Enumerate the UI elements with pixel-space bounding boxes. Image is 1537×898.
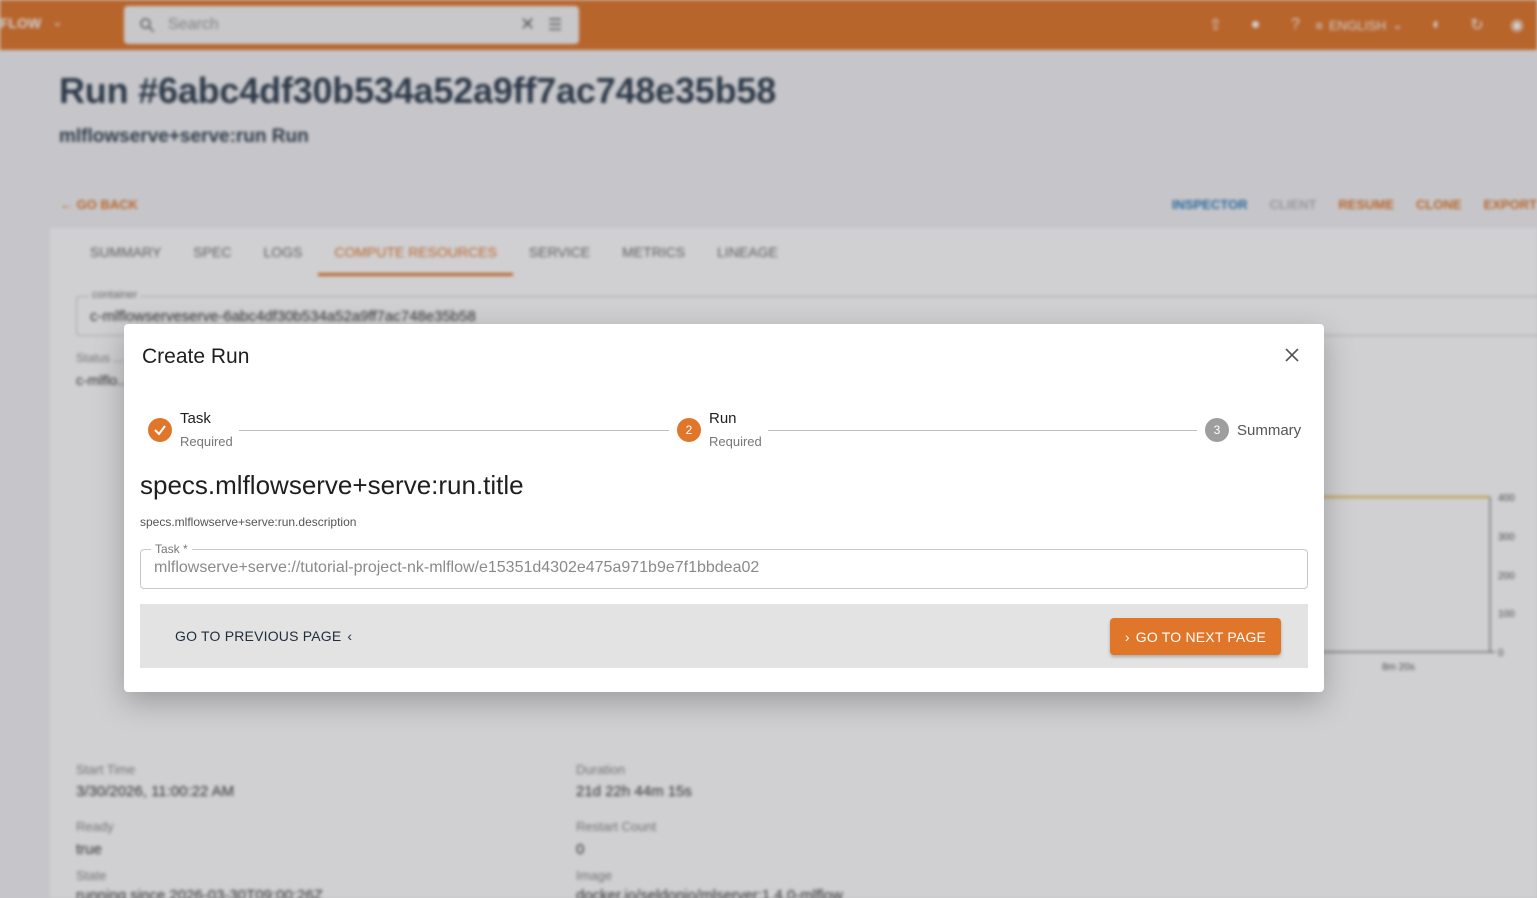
previous-page-button[interactable]: GO TO PREVIOUS PAGE ‹ — [175, 628, 352, 644]
section-title: specs.mlflowserve+serve:run.title — [140, 470, 524, 500]
step-connector — [768, 430, 1197, 431]
create-run-dialog: Create Run Task Required 2 Run Required … — [124, 324, 1324, 692]
check-icon — [148, 418, 172, 442]
chevron-right-icon: › — [1124, 628, 1130, 645]
task-field-label: Task * — [151, 542, 192, 556]
step-summary-label: Summary — [1237, 422, 1302, 439]
step-run-number: 2 — [677, 418, 701, 442]
step-task-label: Task — [180, 410, 211, 427]
next-page-button[interactable]: › GO TO NEXT PAGE — [1110, 618, 1281, 655]
step-task-required: Required — [180, 434, 233, 449]
step-run-required: Required — [709, 434, 762, 449]
dialog-title: Create Run — [142, 345, 250, 368]
step-connector — [239, 430, 669, 431]
close-icon[interactable] — [1282, 345, 1302, 365]
step-run-label: Run — [709, 410, 737, 427]
task-input[interactable] — [154, 559, 1294, 577]
chevron-left-icon: ‹ — [347, 628, 353, 644]
step-summary-number: 3 — [1205, 418, 1229, 442]
dialog-footer: GO TO PREVIOUS PAGE ‹ › GO TO NEXT PAGE — [140, 604, 1308, 668]
task-field[interactable]: Task * — [140, 542, 1308, 589]
section-description: specs.mlflowserve+serve:run.description — [140, 515, 357, 529]
next-page-label: GO TO NEXT PAGE — [1135, 628, 1267, 645]
previous-page-label: GO TO PREVIOUS PAGE — [175, 628, 342, 644]
